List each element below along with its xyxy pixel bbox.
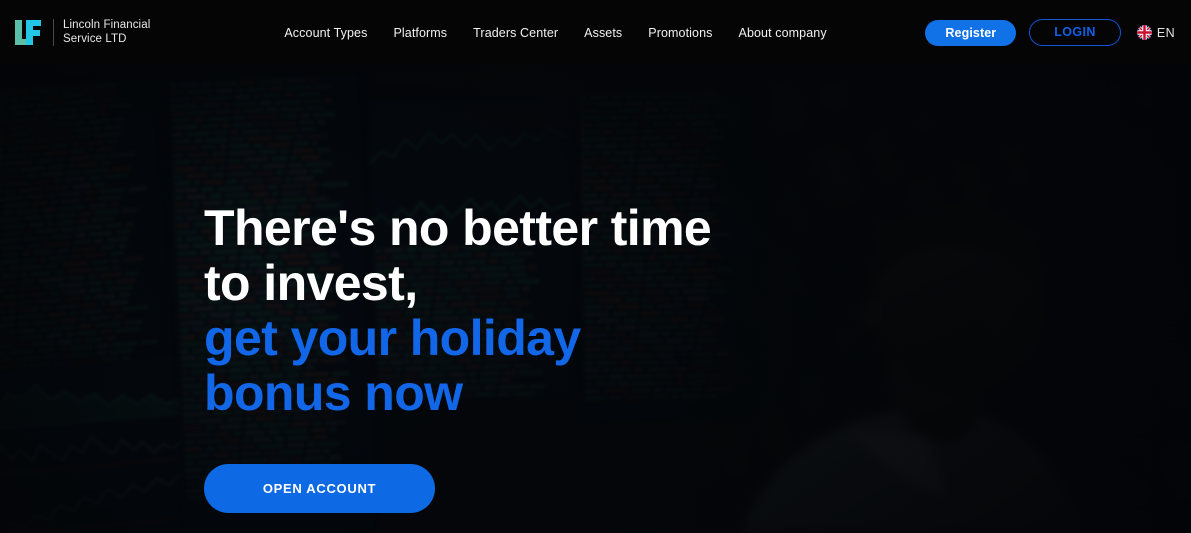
hero-section: There's no better time to invest, get yo… <box>0 65 1191 533</box>
nav-item-about-company[interactable]: About company <box>739 26 827 40</box>
open-account-button[interactable]: OPEN ACCOUNT <box>204 464 435 513</box>
login-button[interactable]: LOGIN <box>1029 19 1121 46</box>
main-navigation: Account Types Platforms Traders Center A… <box>284 26 826 40</box>
register-button[interactable]: Register <box>925 19 1017 46</box>
header-actions: Register LOGIN EN <box>925 19 1175 46</box>
site-header: Lincoln Financial Service LTD Account Ty… <box>0 0 1191 65</box>
hero-headline-line-2: to invest, <box>204 255 418 311</box>
lf-monogram-icon <box>14 19 44 46</box>
nav-item-platforms[interactable]: Platforms <box>393 26 447 40</box>
nav-item-promotions[interactable]: Promotions <box>648 26 712 40</box>
logo-divider <box>53 19 54 46</box>
language-label: EN <box>1156 25 1175 40</box>
nav-item-account-types[interactable]: Account Types <box>284 26 367 40</box>
brand-logo[interactable]: Lincoln Financial Service LTD <box>14 19 150 46</box>
nav-item-traders-center[interactable]: Traders Center <box>473 26 558 40</box>
nav-item-assets[interactable]: Assets <box>584 26 622 40</box>
language-switcher[interactable]: EN <box>1136 25 1175 40</box>
hero-headline-line-4: bonus now <box>204 365 463 421</box>
hero-headline-line-3: get your holiday <box>204 310 581 366</box>
hero-content: There's no better time to invest, get yo… <box>204 65 712 513</box>
hero-headline-line-1: There's no better time <box>204 200 712 256</box>
page-root: Lincoln Financial Service LTD Account Ty… <box>0 0 1191 533</box>
brand-name: Lincoln Financial Service LTD <box>63 19 151 45</box>
uk-flag-icon <box>1136 25 1152 40</box>
hero-headline: There's no better time to invest, get yo… <box>204 200 712 421</box>
